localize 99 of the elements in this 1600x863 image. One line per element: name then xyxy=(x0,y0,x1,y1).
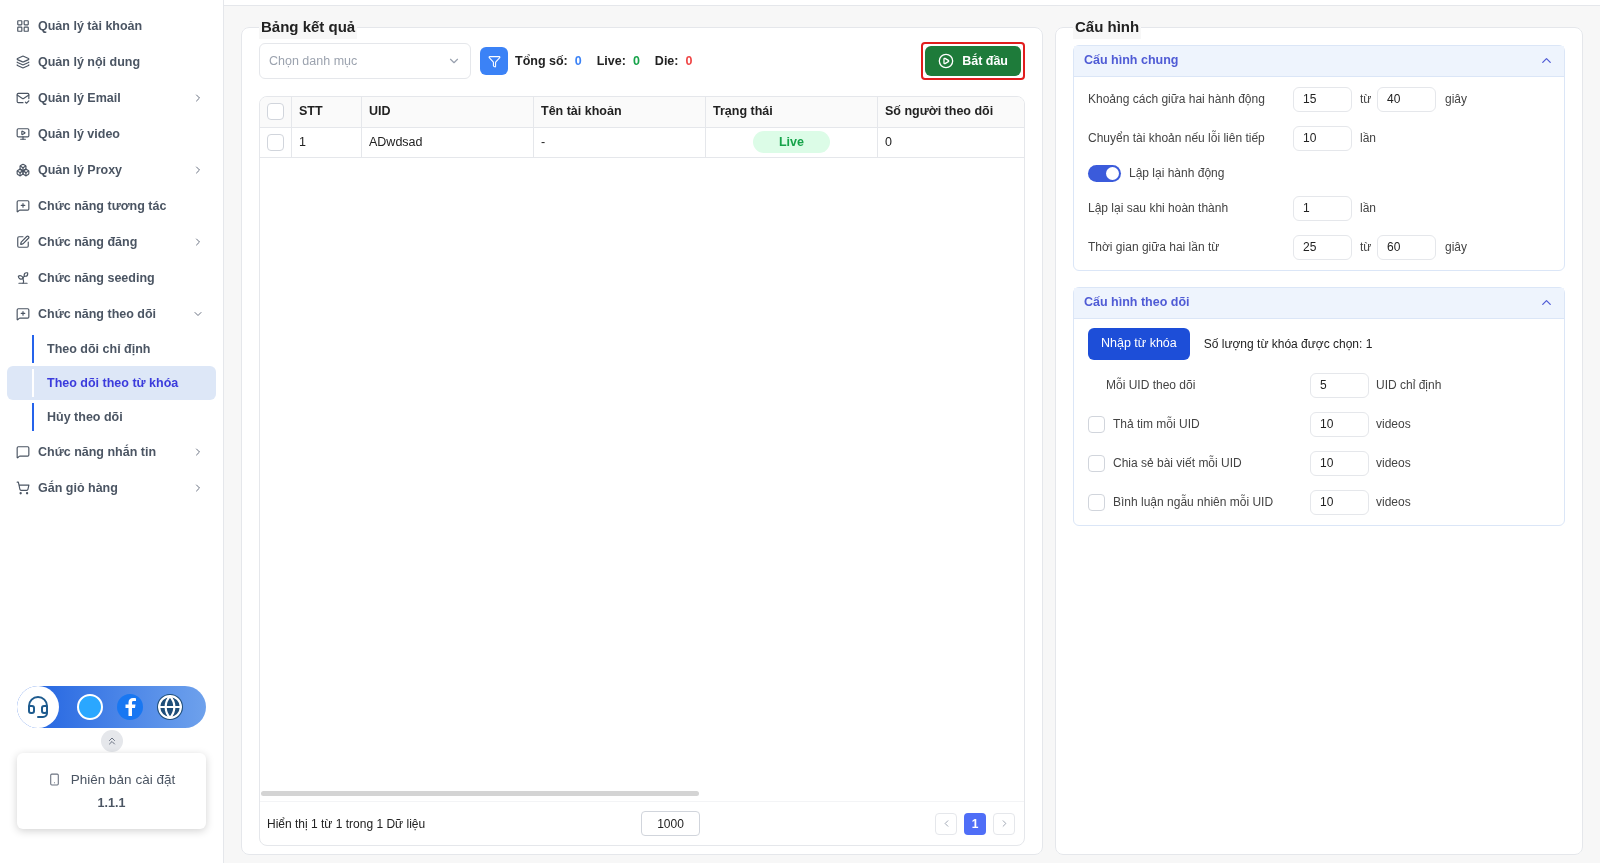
table-cell: - xyxy=(533,127,705,157)
sidebar-subitem[interactable]: Theo dõi theo từ khóa xyxy=(7,366,216,400)
sidebar-subitem[interactable]: Theo dõi chỉ định xyxy=(7,332,216,366)
toggle-switch[interactable] xyxy=(1088,164,1121,182)
version-label: Phiên bản cài đặt xyxy=(70,770,176,789)
count-label: Live: xyxy=(596,52,626,70)
table-cell: ADwdsad xyxy=(361,127,533,157)
setting-label: Bình luận ngẫu nhiên mỗi UID xyxy=(1113,493,1274,511)
unit-label: videos xyxy=(1375,494,1411,511)
sidebar-item[interactable]: Chức năng đăng xyxy=(7,224,216,260)
support-button[interactable] xyxy=(17,686,59,728)
column-header: Trạng thái xyxy=(705,96,877,127)
sidebar-item[interactable]: Chức năng theo dõi xyxy=(7,296,216,332)
checkbox[interactable] xyxy=(1088,415,1105,433)
sidebar-item[interactable]: Chức năng seeding xyxy=(7,260,216,296)
sidebar-item[interactable]: Quản lý video xyxy=(7,116,216,152)
message-plus-icon xyxy=(16,307,30,321)
number-field[interactable]: 5 xyxy=(1310,372,1369,398)
cart-icon xyxy=(16,481,30,495)
status-pill: Live xyxy=(753,130,830,154)
checkbox[interactable] xyxy=(1088,493,1105,511)
toggle-label: Lập lại hành động xyxy=(1129,165,1225,182)
number-field[interactable]: 15 xyxy=(1293,86,1352,112)
globe-icon[interactable] xyxy=(157,694,183,720)
horizontal-scrollbar[interactable] xyxy=(261,791,699,796)
sprout-icon xyxy=(16,271,30,285)
row-checkbox[interactable] xyxy=(267,133,284,151)
filter-button[interactable] xyxy=(480,47,508,75)
play-icon xyxy=(938,53,955,69)
sidebar-item[interactable]: Chức năng nhắn tin xyxy=(7,434,216,470)
filter-icon xyxy=(487,54,501,68)
count-label: Die: xyxy=(654,52,679,70)
chat-bubble-icon[interactable] xyxy=(77,694,103,720)
grid-icon xyxy=(16,19,30,33)
number-field[interactable]: 10 xyxy=(1310,450,1369,476)
number-field[interactable]: 40 xyxy=(1377,86,1436,112)
unit-label: từ xyxy=(1359,239,1373,256)
checkbox[interactable] xyxy=(1088,454,1105,472)
column-header: Số người theo dõi xyxy=(877,96,1024,127)
number-field[interactable]: 10 xyxy=(1310,411,1369,437)
version-number: 1.1.1 xyxy=(97,794,126,812)
collapse-button[interactable] xyxy=(100,730,123,752)
count-value: 0 xyxy=(574,52,582,70)
sidebar-item[interactable]: Quản lý nội dung xyxy=(7,44,216,80)
unit-label: UID chỉ định xyxy=(1375,377,1442,394)
next-page-button[interactable] xyxy=(993,812,1015,835)
number-field[interactable]: 1 xyxy=(1293,195,1352,221)
setting-label: Mỗi UID theo dõi xyxy=(1106,376,1196,394)
unit-label: giây xyxy=(1444,239,1467,256)
sidebar-subitem[interactable]: Hủy theo dõi xyxy=(7,400,216,434)
unit-label: giây xyxy=(1444,91,1467,108)
unit-label: videos xyxy=(1375,455,1411,472)
message-plus-icon xyxy=(16,199,30,213)
facebook-icon[interactable] xyxy=(117,694,143,720)
number-field[interactable]: 25 xyxy=(1293,234,1352,260)
previous-page-button[interactable] xyxy=(935,812,957,835)
setting-label: Chia sẻ bài viết mỗi UID xyxy=(1113,454,1242,472)
headset-icon xyxy=(26,695,50,719)
pagination-summary: Hiển thị 1 từ 1 trong 1 Dữ liệu xyxy=(267,815,427,833)
page-size-field[interactable]: 1000 xyxy=(641,811,700,836)
select-all-checkbox[interactable] xyxy=(267,103,284,120)
setting-label: Thả tim mỗi UID xyxy=(1113,415,1200,433)
layers-icon xyxy=(16,55,30,69)
setting-label: Chuyển tài khoản nếu lỗi liên tiếp xyxy=(1088,129,1266,147)
sidebar-item[interactable]: Gắn giỏ hàng xyxy=(7,470,216,506)
setting-label: Lập lại sau khi hoàn thành xyxy=(1088,200,1230,217)
number-field[interactable]: 10 xyxy=(1310,489,1369,515)
video-icon xyxy=(16,127,30,141)
unit-label: videos xyxy=(1375,416,1411,433)
count-value: 0 xyxy=(632,52,640,70)
mail-icon xyxy=(16,91,30,105)
keyword-count: Số lượng từ khóa được chọn: 1 xyxy=(1203,335,1373,353)
unit-label: lần xyxy=(1359,130,1376,147)
device-icon xyxy=(47,773,61,787)
chat-icon xyxy=(16,445,30,459)
page-button[interactable]: 1 xyxy=(964,812,986,835)
sidebar-item[interactable]: Quản lý Proxy xyxy=(7,152,216,188)
sidebar-item[interactable]: Quản lý tài khoản xyxy=(7,8,216,44)
table-cell: 0 xyxy=(877,127,1024,157)
start-button[interactable]: Bắt đầu xyxy=(925,46,1021,76)
sidebar-item[interactable]: Chức năng tương tác xyxy=(7,188,216,224)
section-header[interactable]: Cấu hình theo dõi xyxy=(1074,287,1564,319)
column-header: Tên tài khoản xyxy=(533,96,705,127)
boxes-icon xyxy=(16,163,30,177)
setting-label: Thời gian giữa hai lần từ xyxy=(1088,239,1221,256)
section-header[interactable]: Cấu hình chung xyxy=(1074,45,1564,77)
unit-label: từ xyxy=(1359,91,1373,108)
sidebar-item[interactable]: Quản lý Email xyxy=(7,80,216,116)
count-value: 0 xyxy=(685,52,693,70)
setting-label: Khoảng cách giữa hai hành động xyxy=(1088,91,1266,108)
edit-icon xyxy=(16,235,30,249)
number-field[interactable]: 60 xyxy=(1377,234,1436,260)
import-keywords-button[interactable]: Nhập từ khóa xyxy=(1088,327,1190,360)
number-field[interactable]: 10 xyxy=(1293,125,1352,151)
table-cell: 1 xyxy=(291,127,361,157)
column-header: UID xyxy=(361,96,533,127)
unit-label: lần xyxy=(1359,200,1376,217)
count-label: Tổng số: xyxy=(515,52,568,70)
column-header: STT xyxy=(291,96,361,127)
